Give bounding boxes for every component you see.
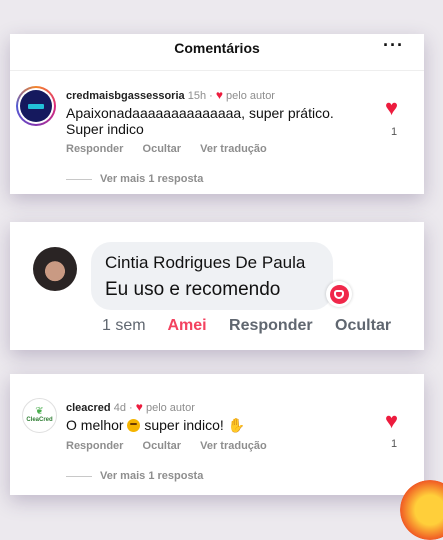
liked-by-author-label: pelo autor [145,402,195,414]
header-divider [10,70,424,71]
translate-button[interactable]: Ver tradução [200,440,267,452]
view-replies-button[interactable]: Ver mais 1 resposta [66,470,203,482]
comment-time: 1 sem [102,317,146,334]
comment-header: credmaisbgassessoria 15h · ♥ pelo autor [66,88,275,102]
clapping-hands-icon: ✋ [227,417,246,433]
comment-text-before: O melhor [66,417,124,433]
grinning-emoji-icon [127,419,141,432]
username[interactable]: credmaisbgassessoria [66,90,185,102]
like-count: 1 [391,126,398,138]
username[interactable]: cleacred [66,402,111,414]
view-replies-label: Ver mais 1 resposta [100,470,204,482]
divider-line [66,178,92,180]
like-count: 1 [391,438,398,450]
comment-actions: Responder Ocultar Ver tradução [66,143,283,155]
comment-time: 15h [187,90,207,102]
avatar[interactable]: ❦ CleaCred [22,398,57,433]
comment-time: 4d [113,402,126,414]
more-options-icon[interactable]: ··· [383,35,404,56]
commenter-name[interactable]: Cintia Rodrigues De Paula [105,253,305,273]
avatar[interactable] [16,86,56,126]
reply-button[interactable]: Responder [66,440,123,452]
avatar-brand-text: CleaCred [26,417,53,423]
comment-panel-facebook: Cintia Rodrigues De Paula Eu uso e recom… [10,222,424,350]
heart-icon[interactable]: ♥ [385,410,398,432]
liked-by-author-label: pelo autor [226,90,275,102]
comment-actions: Responder Ocultar Ver tradução [66,440,283,452]
separator: · [129,402,133,414]
brand-logo-icon [28,103,44,109]
comments-title: Comentários [174,40,260,56]
comment-actions: 1 sem Amei Responder Ocultar [102,317,409,335]
comments-panel-instagram: Comentários ··· credmaisbgassessoria 15h… [10,34,424,194]
comment-header: cleacred 4d · ♥ pelo autor [66,400,195,414]
comment-panel-instagram: ❦ CleaCred cleacred 4d · ♥ pelo autor O … [10,374,424,495]
comment-text: Apaixonadaaaaaaaaaaaaaa, super prático. … [66,105,334,137]
heart-icon: ♥ [215,88,223,102]
hide-button[interactable]: Ocultar [335,317,391,334]
love-button[interactable]: Amei [167,317,206,334]
comment-bubble: Cintia Rodrigues De Paula Eu uso e recom… [91,242,333,310]
heart-icon[interactable]: ♥ [385,97,398,119]
comment-text-after: super indico! [144,417,224,433]
avatar[interactable] [33,247,77,291]
comment-text: O melhor super indico! ✋ [66,417,245,433]
hide-button[interactable]: Ocultar [143,143,182,155]
hide-button[interactable]: Ocultar [143,440,182,452]
divider-line [66,475,92,477]
translate-button[interactable]: Ver tradução [200,143,267,155]
reply-button[interactable]: Responder [66,143,123,155]
heart-icon: ♥ [135,400,143,414]
view-replies-label: Ver mais 1 resposta [100,173,204,185]
comment-text: Eu uso e recomendo [105,279,281,300]
love-reaction-icon[interactable] [326,281,352,307]
separator: · [209,90,213,102]
reply-button[interactable]: Responder [229,317,313,334]
view-replies-button[interactable]: Ver mais 1 resposta [66,173,203,185]
leaf-icon: ❦ [35,406,44,417]
